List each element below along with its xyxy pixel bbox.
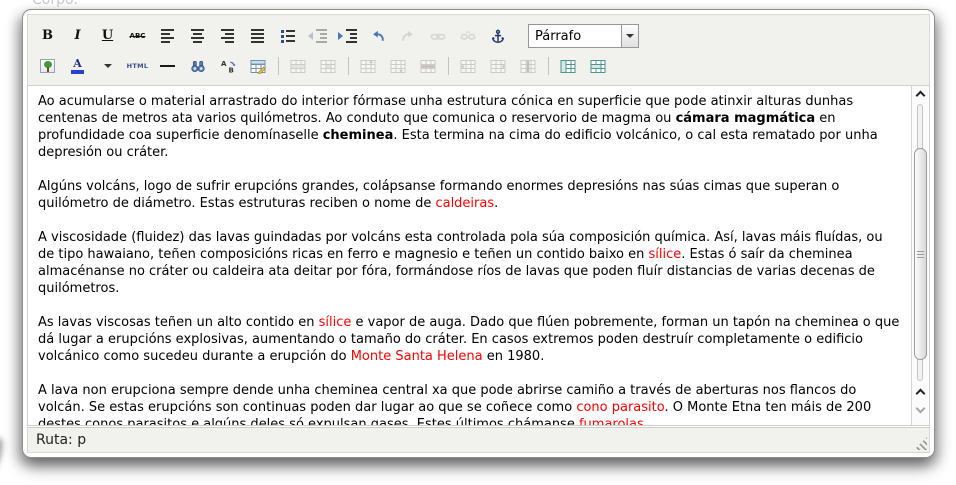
editor-statusbar: Ruta: p	[27, 427, 930, 453]
text-color-button[interactable]: A	[66, 55, 89, 77]
editor-toolbar: B I U ABC Párrafo A HTML A B	[27, 14, 930, 85]
outdent-button[interactable]	[306, 25, 329, 47]
table-cell-properties-button[interactable]	[316, 55, 339, 77]
element-path: Ruta: p	[36, 432, 87, 448]
text-link[interactable]: fumarolas	[579, 417, 644, 425]
underline-button[interactable]: U	[96, 25, 119, 47]
toolbar-row-1: B I U ABC Párrafo	[36, 21, 921, 51]
text-link[interactable]: sílice	[649, 247, 682, 262]
italic-button[interactable]: I	[66, 25, 89, 47]
scrollbar-thumb[interactable]	[914, 148, 927, 360]
search-replace-button[interactable]: AB	[216, 55, 239, 77]
delete-row-button[interactable]	[416, 55, 439, 77]
split-cells-button[interactable]	[556, 55, 579, 77]
text-segment: .	[643, 417, 648, 425]
text-segment: en 1980.	[482, 349, 545, 364]
strikethrough-button[interactable]: ABC	[126, 25, 149, 47]
text-color-menu-button[interactable]	[96, 55, 119, 77]
text-link[interactable]: sílice	[319, 315, 352, 330]
text-segment: cheminea	[322, 128, 394, 143]
field-label: Corpo:	[32, 0, 79, 8]
rich-text-editor: B I U ABC Párrafo A HTML A B Ao acumularse o ma…	[22, 9, 935, 458]
align-center-button[interactable]	[186, 25, 209, 47]
table-row-properties-button[interactable]	[286, 55, 309, 77]
redo-button[interactable]	[396, 25, 419, 47]
scrollbar-up-arrow-icon[interactable]	[915, 90, 926, 101]
toolbar-separator	[448, 57, 449, 75]
delete-col-button[interactable]	[516, 55, 539, 77]
horizontal-rule-button[interactable]	[156, 55, 179, 77]
format-select[interactable]: Párrafo	[528, 24, 639, 48]
toolbar-separator	[348, 57, 349, 75]
text-link[interactable]: cono parasito	[576, 400, 664, 415]
paragraph: A lava non erupciona sempre dende unha c…	[38, 382, 901, 425]
paragraph: A viscosidade (fluidez) das lavas guinda…	[38, 229, 901, 297]
html-source-button[interactable]: HTML	[126, 55, 149, 77]
insert-col-before-button[interactable]	[456, 55, 479, 77]
text-segment: As lavas viscosas teñen un alto contido …	[38, 315, 319, 330]
editor-content-wrap: Ao acumularse o material arrastrado do i…	[27, 85, 930, 426]
align-right-button[interactable]	[216, 25, 239, 47]
insert-row-after-button[interactable]	[386, 55, 409, 77]
page-shadow	[0, 436, 5, 472]
insert-row-before-button[interactable]	[356, 55, 379, 77]
scrollbar-bottom-up-arrow-icon[interactable]	[915, 388, 926, 399]
merge-cells-button[interactable]	[586, 55, 609, 77]
scrollbar-down-arrow-icon[interactable]	[915, 403, 926, 414]
paragraph: As lavas viscosas teñen un alto contido …	[38, 314, 901, 365]
insert-image-button[interactable]	[36, 55, 59, 77]
paragraph: Algúns volcáns, logo de sufrir erupcións…	[38, 178, 901, 212]
text-segment: cámara magmática	[675, 111, 816, 126]
align-left-button[interactable]	[156, 25, 179, 47]
resize-grip-icon[interactable]	[914, 437, 927, 450]
undo-button[interactable]	[366, 25, 389, 47]
paragraph: Ao acumularse o material arrastrado do i…	[38, 93, 901, 161]
format-select-value: Párrafo	[535, 28, 582, 44]
toolbar-separator	[278, 57, 279, 75]
text-link[interactable]: Monte Santa Helena	[351, 349, 483, 364]
text-link[interactable]: caldeiras	[435, 196, 494, 211]
insert-table-button[interactable]	[246, 55, 269, 77]
indent-button[interactable]	[336, 25, 359, 47]
text-segment: .	[494, 196, 499, 211]
toolbar-row-2: A HTML A B	[36, 51, 921, 81]
format-select-arrow[interactable]	[621, 25, 638, 47]
bold-button[interactable]: B	[36, 25, 59, 47]
editor-frame: B I U ABC Párrafo A HTML A B Ao acumularse o ma…	[27, 14, 930, 453]
link-button[interactable]	[426, 25, 449, 47]
scrollbar-grip-icon	[917, 250, 924, 258]
toolbar-separator	[548, 57, 549, 75]
svg-text:A: A	[220, 59, 226, 68]
search-button[interactable]	[186, 55, 209, 77]
editor-content-area[interactable]: Ao acumularse o material arrastrado do i…	[28, 86, 911, 425]
bullet-list-button[interactable]	[276, 25, 299, 47]
anchor-button[interactable]	[486, 25, 509, 47]
unlink-button[interactable]	[456, 25, 479, 47]
editor-scrollbar[interactable]	[911, 86, 929, 425]
svg-text:B: B	[228, 65, 233, 73]
insert-col-after-button[interactable]	[486, 55, 509, 77]
align-justify-button[interactable]	[246, 25, 269, 47]
